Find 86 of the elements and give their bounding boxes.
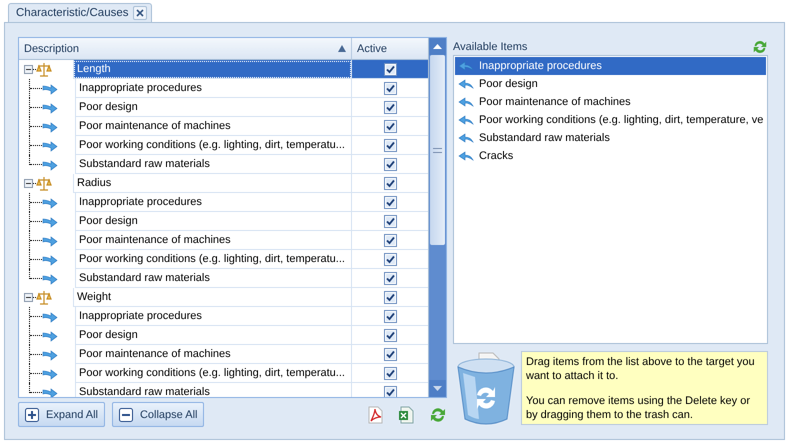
checkbox[interactable] xyxy=(384,158,396,170)
arrow-right-icon xyxy=(42,368,58,380)
tree-cell[interactable]: Substandard raw materials xyxy=(75,155,352,174)
toolbar-button[interactable]: Collapse All xyxy=(112,402,204,427)
checkbox[interactable] xyxy=(384,138,396,152)
tree-cell[interactable]: Weight xyxy=(73,288,352,307)
arrow-right-icon xyxy=(42,140,58,152)
list-item[interactable]: Poor maintenance of machines xyxy=(455,93,766,111)
checkbox[interactable] xyxy=(384,82,396,94)
close-button[interactable] xyxy=(133,6,148,20)
scale-icon xyxy=(36,62,52,78)
tree-cell[interactable]: Poor maintenance of machines xyxy=(75,345,352,364)
tree-cell[interactable]: Radius xyxy=(73,174,352,193)
list-item[interactable]: Substandard raw materials xyxy=(455,129,766,147)
arrow-right-icon xyxy=(42,272,58,284)
tree-cell[interactable]: Poor design xyxy=(75,98,352,117)
checkbox[interactable] xyxy=(384,62,396,76)
hint-text: Drag items from the list above to the target you want to attach it to. xyxy=(526,355,756,383)
tree-cell[interactable]: Poor maintenance of machines xyxy=(75,231,352,250)
checkbox[interactable] xyxy=(384,290,396,304)
spreadsheet-icon[interactable] xyxy=(398,406,414,424)
arrow-right-icon xyxy=(42,348,58,360)
arrow-right-icon xyxy=(42,310,58,322)
arrow-right-icon xyxy=(42,158,58,170)
trash-can-icon[interactable] xyxy=(455,351,517,427)
checkbox[interactable] xyxy=(384,176,396,190)
checkbox[interactable] xyxy=(384,120,396,132)
checkbox[interactable] xyxy=(384,386,396,397)
arrow-left-icon xyxy=(458,78,474,90)
column-header[interactable]: Active xyxy=(352,38,428,59)
hint-text: You can remove items using the Delete key or by dragging them to the trash can. xyxy=(526,394,751,422)
arrow-left-icon xyxy=(458,60,474,72)
checkbox[interactable] xyxy=(384,310,396,322)
arrow-right-icon xyxy=(42,330,58,342)
scrollbar[interactable] xyxy=(428,38,446,397)
checkbox[interactable] xyxy=(384,234,396,246)
tab[interactable]: Characteristic/Causes xyxy=(8,3,152,22)
tree-cell[interactable]: Poor working conditions (e.g. lighting, dirt, temperatu... xyxy=(75,136,352,155)
plus-icon xyxy=(25,408,39,422)
tree-cell[interactable]: Poor design xyxy=(75,326,352,345)
arrow-right-icon xyxy=(42,102,58,114)
list-title: Available Items xyxy=(453,41,528,53)
arrow-right-icon xyxy=(42,120,58,132)
arrow-right-icon xyxy=(42,216,58,228)
pdf-icon[interactable] xyxy=(367,406,383,424)
checkbox[interactable] xyxy=(384,348,396,360)
arrow-left-icon xyxy=(458,132,474,144)
arrow-right-icon xyxy=(42,234,58,246)
arrow-right-icon xyxy=(42,196,58,208)
checkbox[interactable] xyxy=(384,252,396,266)
tree-cell[interactable]: Inappropriate procedures xyxy=(75,79,352,98)
collapse-icon[interactable] xyxy=(24,293,33,302)
checkbox[interactable] xyxy=(384,328,396,342)
tree-cell[interactable]: Poor design xyxy=(75,212,352,231)
collapse-icon[interactable] xyxy=(24,65,33,74)
list-item[interactable]: Poor working conditions (e.g. lighting, dirt, temperature, ve xyxy=(455,111,766,129)
tree-cell[interactable]: Poor working conditions (e.g. lighting, dirt, temperatu... xyxy=(75,250,352,269)
tree-cell[interactable]: Poor maintenance of machines xyxy=(75,117,352,136)
tree-cell[interactable]: Substandard raw materials xyxy=(75,269,352,288)
column-header[interactable]: Description xyxy=(19,38,352,59)
checkbox[interactable] xyxy=(384,196,396,208)
collapse-icon[interactable] xyxy=(24,179,33,188)
arrow-left-icon xyxy=(458,96,474,108)
list-item[interactable]: Cracks xyxy=(455,147,766,165)
arrow-right-icon xyxy=(42,386,58,397)
close-icon xyxy=(136,9,144,17)
checkbox[interactable] xyxy=(384,214,396,228)
minus-icon xyxy=(118,408,133,422)
arrow-left-icon xyxy=(458,150,474,162)
checkbox[interactable] xyxy=(384,366,396,380)
arrow-right-icon xyxy=(42,254,58,266)
scale-icon xyxy=(36,176,52,192)
scale-icon xyxy=(36,290,52,306)
toolbar-button[interactable]: Expand All xyxy=(18,402,105,427)
scroll-up-icon[interactable] xyxy=(433,44,442,49)
tree-cell[interactable]: Inappropriate procedures xyxy=(75,307,352,326)
list-item[interactable]: Poor design xyxy=(455,75,766,93)
list-item[interactable]: Inappropriate procedures xyxy=(455,57,766,75)
tree-cell[interactable]: Inappropriate procedures xyxy=(75,193,352,212)
tree-cell[interactable]: Length xyxy=(73,60,352,79)
arrow-left-icon xyxy=(458,114,474,126)
arrow-right-icon xyxy=(42,82,58,94)
checkbox[interactable] xyxy=(384,272,396,284)
tree-cell[interactable]: Poor working conditions (e.g. lighting, dirt, temperatu... xyxy=(75,364,352,383)
scroll-down-icon[interactable] xyxy=(433,386,442,391)
checkbox[interactable] xyxy=(384,100,396,114)
